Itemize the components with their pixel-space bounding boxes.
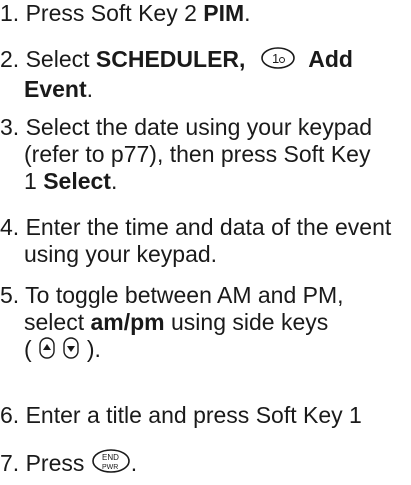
step-number: 6. (0, 402, 20, 428)
step-close-paren: ). (86, 336, 101, 363)
step-7: 7. Press END PWR . (0, 448, 137, 481)
step-text: Press (25, 450, 91, 476)
step-number: 4. (0, 214, 20, 240)
step-6-line: 6. Enter a title and press Soft Key 1 (0, 400, 362, 430)
step-bold-term: Select (43, 168, 111, 194)
step-bold-term: am/pm (90, 309, 165, 335)
side-key-up-icon (38, 336, 56, 366)
step-2: 2. Select SCHEDULER, 1 Add Event. (0, 46, 353, 103)
step-text: using side keys (164, 309, 329, 335)
step-text: Select (25, 46, 96, 73)
step-bold-term: Add (308, 46, 353, 73)
step-text: Press Soft Key 2 (25, 0, 204, 26)
step-text: using your keypad. (24, 241, 218, 267)
step-end: . (244, 0, 251, 26)
step-end: . (130, 450, 138, 476)
step-number: 3. (0, 114, 20, 140)
step-number: 5. (0, 282, 20, 308)
step-text: Select the date using your keypad (25, 114, 373, 140)
step-5: 5. To toggle between AM and PM, select a… (0, 282, 344, 366)
step-bold-term: PIM (203, 0, 245, 26)
step-bold-term: SCHEDULER, (95, 46, 246, 73)
step-number: 2. (0, 46, 20, 73)
step-end: . (86, 76, 94, 102)
svg-text:PWR: PWR (102, 464, 118, 471)
step-end: . (110, 168, 118, 194)
step-4: 4. Enter the time and data of the event … (0, 214, 391, 268)
end-pwr-key-icon: END PWR (91, 448, 131, 481)
step-3: 3. Select the date using your keypad (re… (0, 114, 372, 195)
svg-text:END: END (102, 453, 119, 462)
step-text: Enter a title and press Soft Key 1 (25, 402, 362, 428)
svg-text:1: 1 (272, 51, 279, 66)
step-1: 1. Press Soft Key 2 PIM. (0, 0, 251, 27)
step-number: 7. (0, 450, 20, 476)
one-key-icon: 1 (260, 46, 296, 76)
step-open-paren: ( (24, 336, 32, 363)
step-text: To toggle between AM and PM, (25, 282, 344, 308)
step-text: (refer to p77), then press Soft Key (24, 141, 371, 167)
step-text: Enter the time and data of the event (25, 214, 392, 240)
side-key-down-icon (62, 336, 80, 366)
step-number: 1. (0, 0, 20, 26)
step-text: 1 (24, 168, 44, 194)
step-text: select (24, 309, 91, 335)
step-bold-term: Event (24, 76, 87, 102)
